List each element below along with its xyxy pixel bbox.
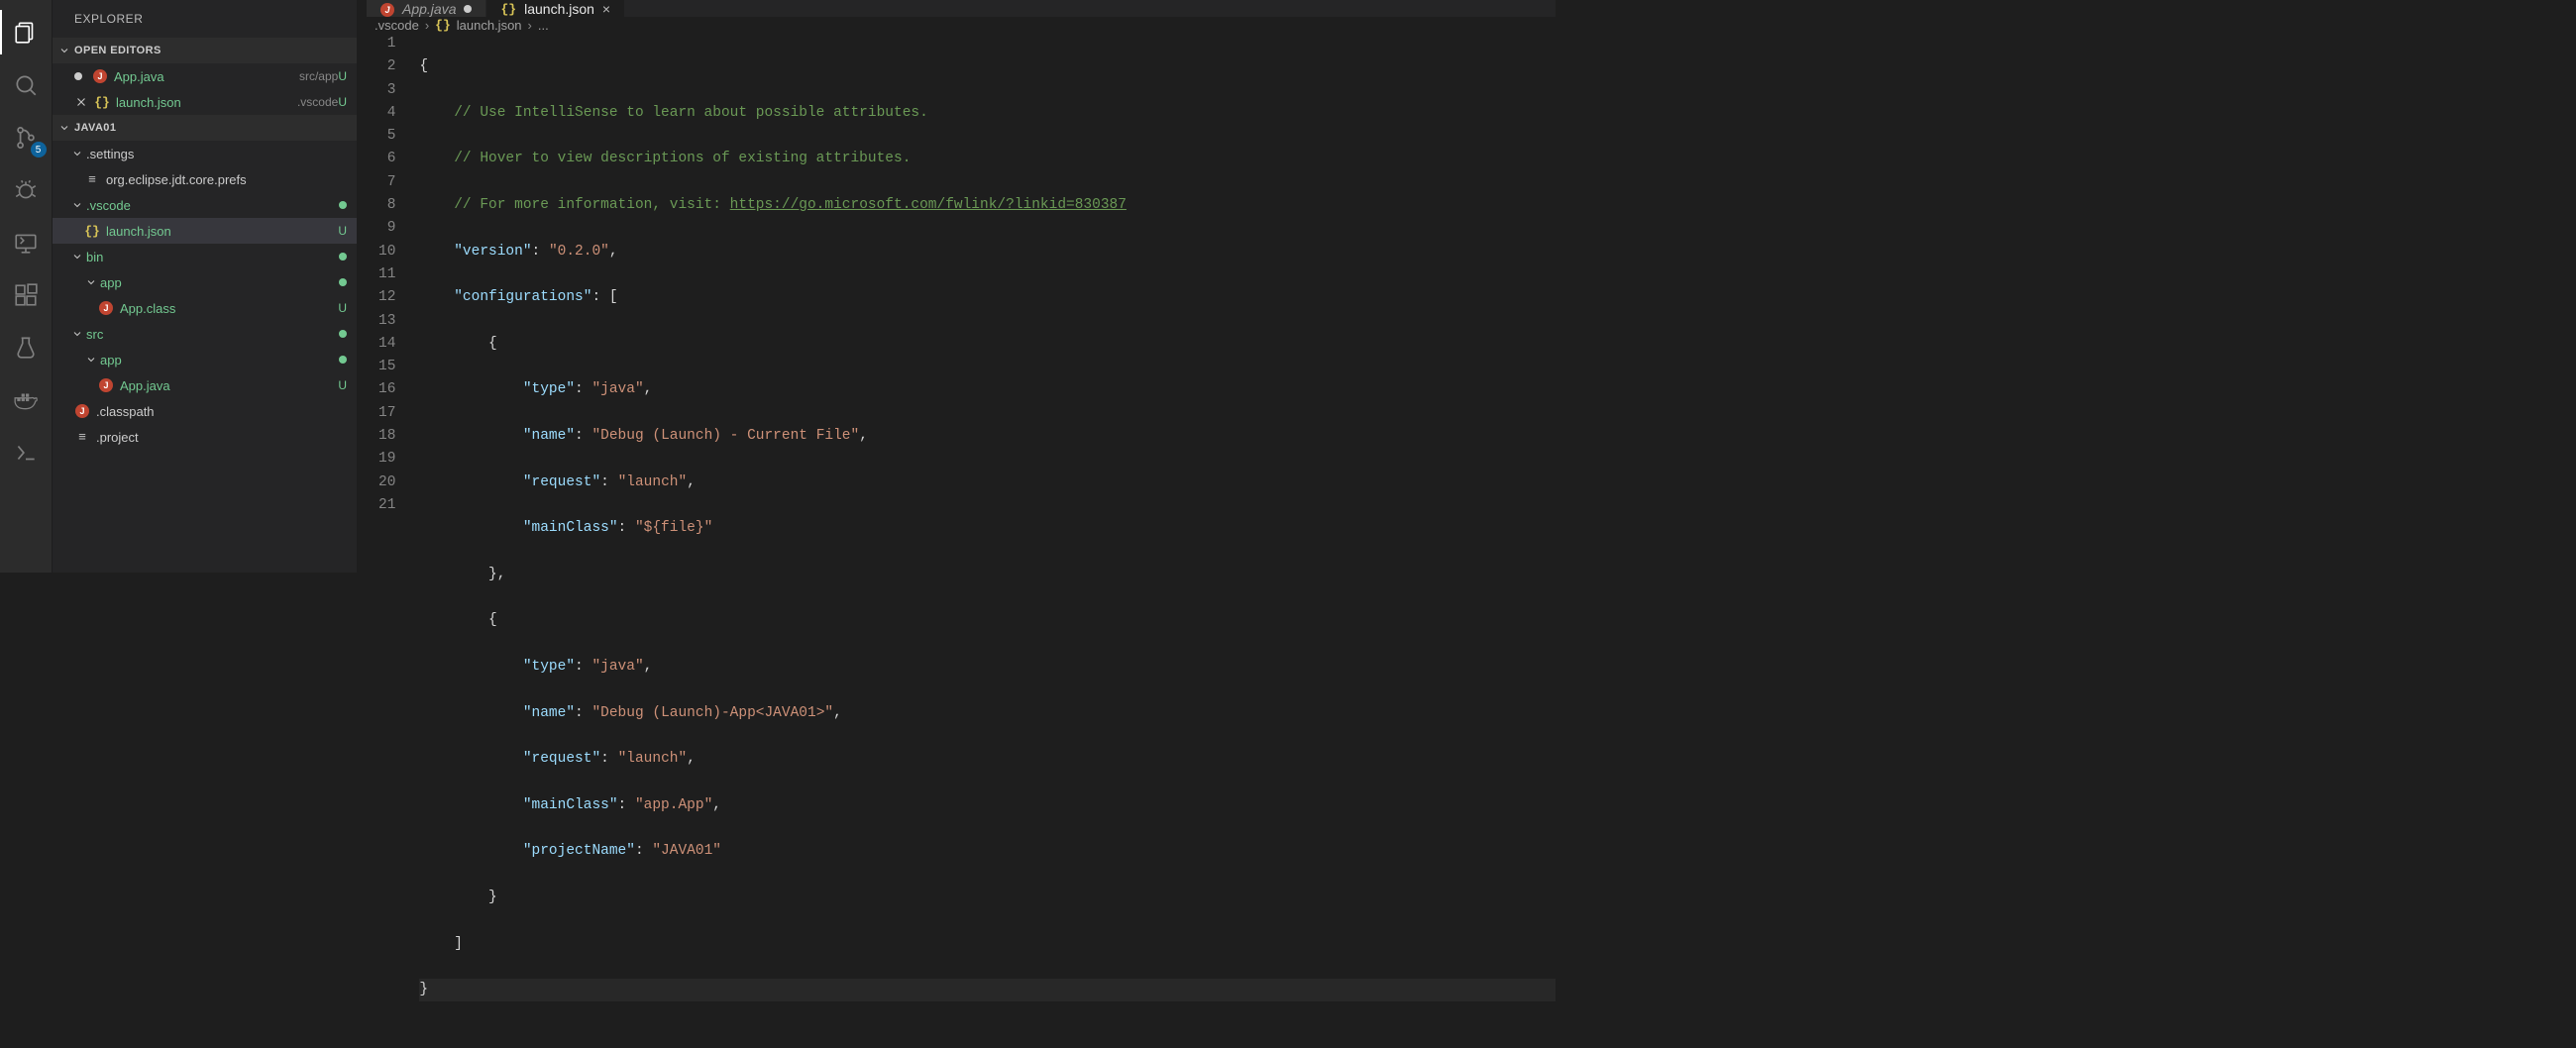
folder-bin[interactable]: bin	[53, 244, 357, 269]
activity-bar: 5	[0, 0, 53, 573]
activity-debug[interactable]	[0, 163, 53, 216]
activity-extensions[interactable]	[0, 268, 53, 321]
git-status: U	[338, 378, 347, 392]
line-number-gutter: 123456789101112131415161718192021	[357, 33, 419, 1048]
tab-app-java[interactable]: J App.java	[367, 0, 486, 17]
java-icon: J	[92, 68, 108, 84]
breadcrumb-folder[interactable]: .vscode	[375, 18, 419, 33]
source-control-badge: 5	[31, 142, 47, 157]
json-icon: {}	[94, 94, 110, 110]
breadcrumb-file[interactable]: launch.json	[457, 18, 522, 33]
git-dot	[339, 278, 347, 286]
file-classpath[interactable]: J .classpath	[53, 398, 357, 424]
git-status: U	[338, 224, 347, 238]
editor-area: J App.java {} launch.json × .vscode › {}…	[357, 0, 1556, 573]
modified-dot-icon	[74, 72, 82, 80]
json-icon: {}	[435, 17, 451, 33]
chevron-down-icon	[70, 147, 84, 160]
activity-remote[interactable]	[0, 216, 53, 268]
file-prefs[interactable]: ≡ org.eclipse.jdt.core.prefs	[53, 166, 357, 192]
folder-src[interactable]: src	[53, 321, 357, 347]
git-dot	[339, 201, 347, 209]
open-editors-header[interactable]: OPEN EDITORS	[53, 38, 357, 63]
chevron-right-icon: ›	[425, 18, 429, 33]
git-dot	[339, 356, 347, 364]
open-editor-app-java[interactable]: J App.java src/app U	[53, 63, 357, 89]
chevron-down-icon	[58, 45, 70, 56]
activity-explorer[interactable]	[0, 6, 53, 58]
overview-ruler[interactable]	[1542, 33, 1556, 1048]
git-status: U	[338, 95, 347, 109]
folder-settings[interactable]: .settings	[53, 141, 357, 166]
folder-vscode[interactable]: .vscode	[53, 192, 357, 218]
git-status: U	[338, 301, 347, 315]
close-icon[interactable]: ×	[602, 1, 610, 17]
chevron-down-icon	[84, 353, 98, 367]
explorer-title: EXPLORER	[53, 0, 357, 38]
chevron-down-icon	[70, 250, 84, 263]
chevron-down-icon	[84, 275, 98, 289]
folder-bin-app[interactable]: app	[53, 269, 357, 295]
folder-src-app[interactable]: app	[53, 347, 357, 372]
java-icon: J	[74, 403, 90, 419]
file-project[interactable]: ≡ .project	[53, 424, 357, 450]
activity-source-control[interactable]: 5	[0, 111, 53, 163]
breadcrumb-more[interactable]: ...	[538, 18, 549, 33]
json-icon: {}	[500, 0, 516, 17]
git-status: U	[338, 69, 347, 83]
file-launch-json[interactable]: {} launch.json U	[53, 218, 357, 244]
code-editor[interactable]: 123456789101112131415161718192021 { // U…	[357, 33, 1556, 1048]
breadcrumbs[interactable]: .vscode › {} launch.json › ...	[357, 17, 1556, 33]
git-dot	[339, 330, 347, 338]
java-icon: J	[98, 377, 114, 393]
modified-dot-icon	[464, 5, 472, 13]
prefs-icon: ≡	[74, 429, 90, 445]
chevron-down-icon	[70, 198, 84, 212]
file-app-java[interactable]: J App.java U	[53, 372, 357, 398]
code-content[interactable]: { // Use IntelliSense to learn about pos…	[419, 33, 1556, 1048]
tab-bar: J App.java {} launch.json ×	[357, 0, 1556, 17]
activity-search[interactable]	[0, 58, 53, 111]
java-icon: J	[380, 0, 394, 17]
project-header[interactable]: JAVA01	[53, 115, 357, 141]
json-icon: {}	[84, 223, 100, 239]
tab-launch-json[interactable]: {} launch.json ×	[486, 0, 625, 17]
activity-terminal[interactable]	[0, 426, 53, 478]
git-dot	[339, 253, 347, 261]
file-app-class[interactable]: J App.class U	[53, 295, 357, 321]
activity-docker[interactable]	[0, 373, 53, 426]
explorer-sidebar: EXPLORER OPEN EDITORS J App.java src/app…	[53, 0, 357, 573]
open-editor-launch-json[interactable]: {} launch.json .vscode U	[53, 89, 357, 115]
chevron-down-icon	[70, 327, 84, 341]
chevron-right-icon: ›	[528, 18, 532, 33]
prefs-icon: ≡	[84, 171, 100, 187]
close-icon[interactable]	[74, 95, 88, 109]
java-icon: J	[98, 300, 114, 316]
chevron-down-icon	[58, 122, 70, 134]
activity-testing[interactable]	[0, 321, 53, 373]
